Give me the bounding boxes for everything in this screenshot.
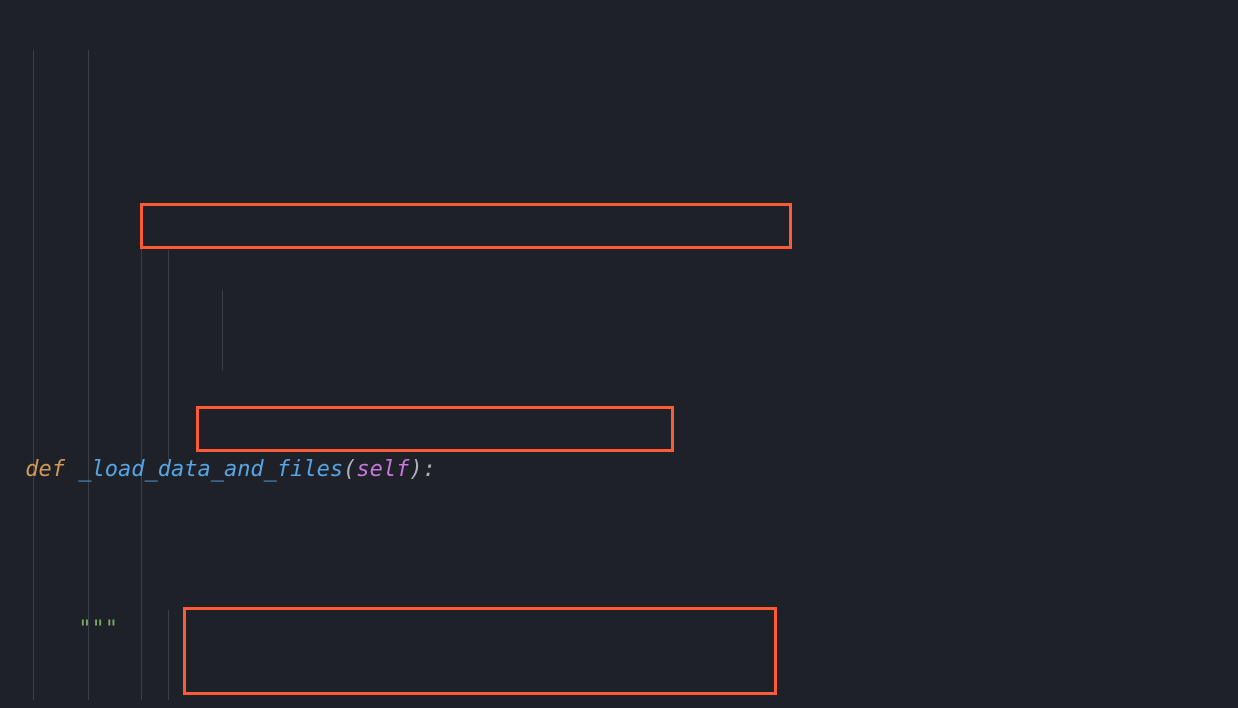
code-line[interactable]: """ — [12, 610, 1238, 650]
self-param: self — [356, 457, 409, 482]
keyword-def: def — [25, 457, 65, 482]
code-editor[interactable]: def _load_data_and_files(self): """ Pars… — [0, 0, 1238, 708]
highlight-box — [140, 203, 792, 249]
docstring-quote: """ — [78, 617, 118, 642]
code-line[interactable]: def _load_data_and_files(self): — [12, 450, 1238, 490]
paren: ): — [409, 457, 436, 482]
paren: ( — [343, 457, 356, 482]
highlight-box — [196, 406, 674, 452]
function-name: _load_data_and_files — [78, 457, 343, 482]
